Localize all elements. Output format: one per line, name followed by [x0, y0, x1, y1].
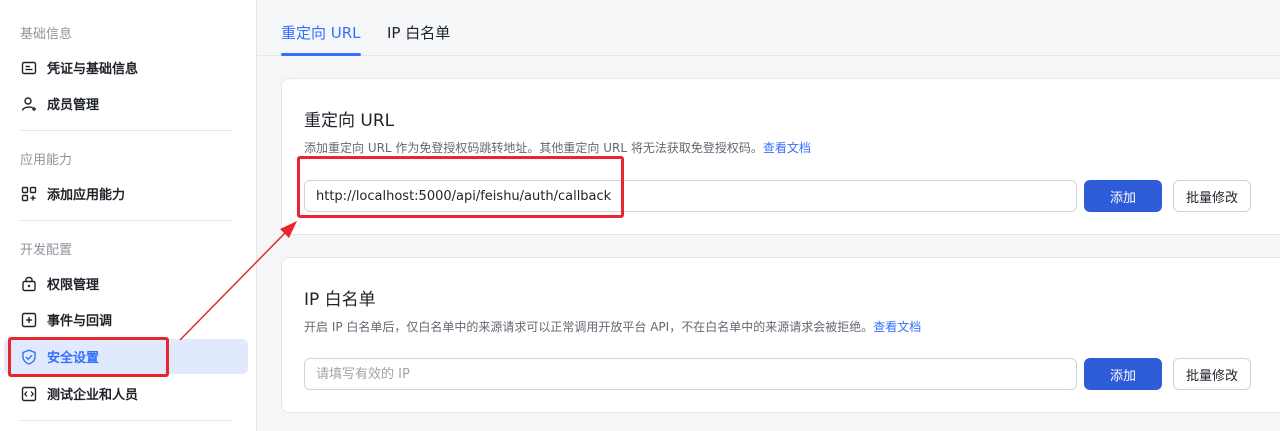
- sidebar-item-credentials[interactable]: 凭证与基础信息: [4, 50, 248, 85]
- sidebar-item-label: 测试企业和人员: [47, 388, 139, 403]
- grid-add-icon: [20, 185, 38, 203]
- redirect-doc-link[interactable]: 查看文档: [763, 141, 811, 155]
- sidebar-item-label: 添加应用能力: [47, 188, 126, 203]
- sidebar-divider: [20, 420, 233, 421]
- sidebar-divider: [20, 220, 233, 221]
- redirect-url-card: 重定向 URL 添加重定向 URL 作为免登授权码跳转地址。其他重定向 URL …: [281, 78, 1280, 235]
- plus-box-icon: [20, 311, 38, 329]
- tab-redirect-url[interactable]: 重定向 URL: [281, 22, 361, 43]
- group-title-dev-config: 开发配置: [20, 243, 73, 258]
- redirect-url-description: 添加重定向 URL 作为免登授权码跳转地址。其他重定向 URL 将无法获取免登授…: [304, 139, 811, 156]
- ip-doc-link[interactable]: 查看文档: [873, 320, 921, 334]
- group-title-abilities: 应用能力: [20, 153, 73, 168]
- sidebar-item-test-org[interactable]: 测试企业和人员: [4, 376, 248, 411]
- redirect-url-title: 重定向 URL: [304, 111, 395, 131]
- ip-whitelist-desc-text: 开启 IP 白名单后，仅白名单中的来源请求可以正常调用开放平台 API，不在白名…: [304, 320, 874, 334]
- sidebar-item-events[interactable]: 事件与回调: [4, 302, 248, 337]
- tab-bar: 重定向 URL IP 白名单: [257, 0, 1280, 56]
- ip-input[interactable]: [304, 358, 1077, 390]
- ip-whitelist-description: 开启 IP 白名单后，仅白名单中的来源请求可以正常调用开放平台 API，不在白名…: [304, 318, 921, 335]
- sidebar-item-label: 凭证与基础信息: [47, 62, 139, 77]
- redirect-add-button[interactable]: 添加: [1084, 180, 1162, 212]
- sidebar-item-label: 事件与回调: [47, 314, 113, 329]
- sidebar-item-label: 成员管理: [47, 98, 100, 113]
- ip-add-button[interactable]: 添加: [1084, 358, 1162, 390]
- ip-batch-edit-button[interactable]: 批量修改: [1173, 358, 1251, 390]
- shield-check-icon: [20, 348, 38, 366]
- ip-whitelist-title: IP 白名单: [304, 290, 376, 310]
- redirect-url-input[interactable]: [304, 180, 1077, 212]
- lock-icon: [20, 275, 38, 293]
- sidebar-item-members[interactable]: 成员管理: [4, 86, 248, 121]
- credential-icon: [20, 59, 38, 77]
- redirect-url-desc-text: 添加重定向 URL 作为免登授权码跳转地址。其他重定向 URL 将无法获取免登授…: [304, 141, 763, 155]
- member-add-icon: [20, 95, 38, 113]
- sidebar-divider: [20, 130, 233, 131]
- ip-whitelist-card: IP 白名单 开启 IP 白名单后，仅白名单中的来源请求可以正常调用开放平台 A…: [281, 257, 1280, 413]
- sidebar: 基础信息 凭证与基础信息 成员管理 应用能力 添加应用能力 开发配置 权限管理 …: [0, 0, 257, 431]
- code-box-icon: [20, 385, 38, 403]
- redirect-batch-edit-button[interactable]: 批量修改: [1173, 180, 1251, 212]
- sidebar-item-label: 安全设置: [47, 351, 100, 366]
- sidebar-item-add-ability[interactable]: 添加应用能力: [4, 176, 248, 211]
- sidebar-item-label: 权限管理: [47, 278, 100, 293]
- tab-ip-whitelist[interactable]: IP 白名单: [387, 22, 450, 43]
- sidebar-item-permissions[interactable]: 权限管理: [4, 266, 248, 301]
- sidebar-item-security[interactable]: 安全设置: [4, 339, 248, 374]
- group-title-basic: 基础信息: [20, 27, 73, 42]
- active-tab-indicator: [281, 53, 361, 56]
